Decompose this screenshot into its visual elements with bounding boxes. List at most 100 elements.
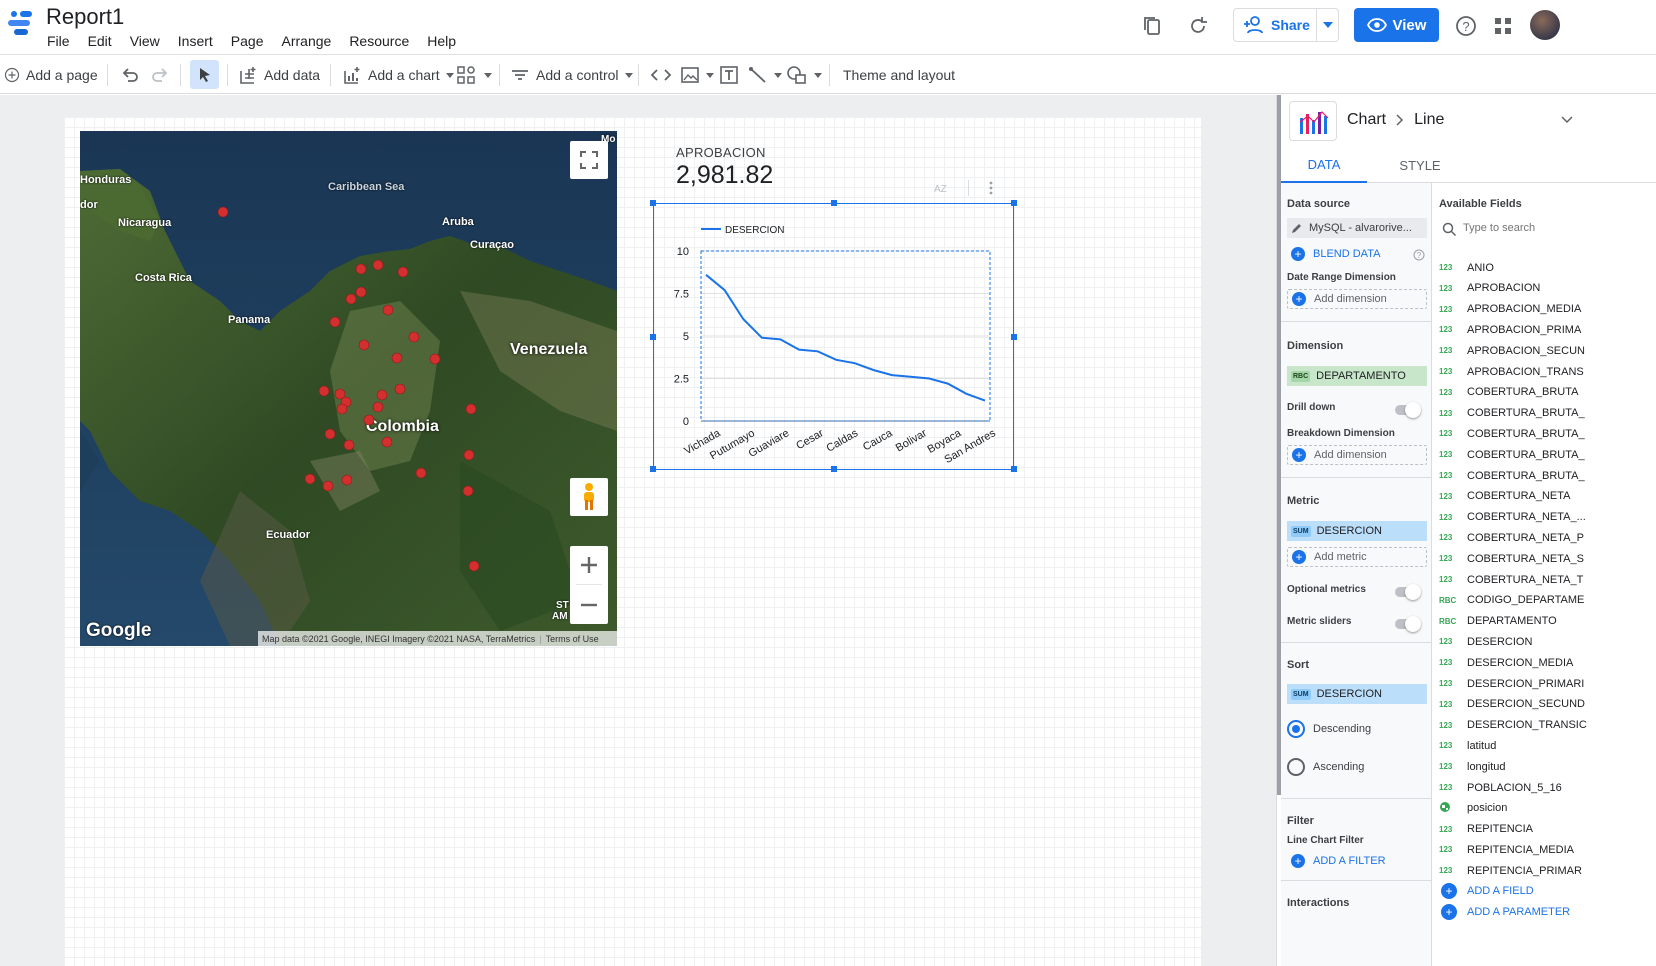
scorecard-value[interactable]: 2,981.82 [676,161,773,190]
metric-chip[interactable]: SUM DESERCION [1287,521,1427,541]
refresh-icon[interactable] [1186,14,1210,38]
avatar[interactable] [1530,10,1560,40]
share-dropdown[interactable] [1316,9,1338,41]
field-type-tag: 123 [1439,699,1453,709]
add-breakdown-dimension[interactable]: + Add dimension [1287,445,1427,465]
metric-sliders-toggle[interactable] [1395,616,1421,632]
line-tool-button[interactable] [748,56,782,94]
add-metric[interactable]: + Add metric [1287,547,1427,567]
field-item[interactable]: 123 ANIO [1439,257,1494,278]
dimension-chip[interactable]: RBC DEPARTAMENTO [1287,366,1427,386]
field-item[interactable]: 123 APROBACION_PRIMA [1439,319,1581,340]
field-item[interactable]: 123 COBERTURA_NETA_... [1439,507,1586,528]
fullscreen-button[interactable] [570,141,608,179]
add-data-button[interactable]: Add data [238,56,320,94]
add-filter-button[interactable]: + ADD A FILTER [1291,854,1386,868]
help-circle-icon[interactable]: ? [1413,249,1425,261]
menu-resource[interactable]: Resource [349,33,409,49]
more-vert-icon[interactable] [986,180,996,196]
field-item[interactable]: 123 COBERTURA_NETA_S [1439,548,1584,569]
add-page-button[interactable]: Add a page [4,56,98,94]
field-item[interactable]: 123 longitud [1439,756,1506,777]
add-field-button[interactable]: + ADD A FIELD [1441,883,1534,899]
help-icon[interactable]: ? [1454,14,1478,38]
field-item[interactable]: 123 DESERCION_SECUND [1439,694,1585,715]
field-item[interactable]: 123 COBERTURA_BRUTA_ [1439,444,1585,465]
terms-of-use-link[interactable]: Terms of Use [546,634,599,644]
field-item[interactable]: 123 COBERTURA_NETA [1439,486,1571,507]
menu-arrange[interactable]: Arrange [282,33,332,49]
add-circle-icon: + [1441,883,1457,899]
copy-icon[interactable] [1141,14,1165,38]
field-item[interactable]: 123 REPITENCIA_PRIMAR [1439,860,1582,881]
menu-help[interactable]: Help [427,33,456,49]
menu-page[interactable]: Page [231,33,264,49]
field-item[interactable]: RBC DEPARTAMENTO [1439,611,1557,632]
tab-style[interactable]: STYLE [1377,147,1463,183]
street-view-pegman[interactable] [570,478,608,516]
google-map[interactable]: Honduras dor Caribbean Sea Nicaragua Aru… [80,131,617,646]
chart-type-icon-box[interactable] [1289,101,1337,141]
google-logo[interactable]: Google [86,620,151,642]
select-tool-button[interactable] [190,60,219,89]
optional-metrics-toggle[interactable] [1395,584,1421,600]
menu-file[interactable]: File [47,33,70,49]
field-item[interactable]: 123 REPITENCIA [1439,819,1533,840]
edit-pencil-icon[interactable] [1291,222,1303,234]
field-item[interactable]: 123 DESERCION_MEDIA [1439,652,1573,673]
undo-icon[interactable] [120,65,140,85]
text-box-icon[interactable] [719,65,739,85]
add-parameter-button[interactable]: + ADD A PARAMETER [1441,904,1570,920]
field-item[interactable]: 123 COBERTURA_BRUTA_ [1439,423,1585,444]
field-item[interactable]: 123 COBERTURA_NETA_T [1439,569,1583,590]
apps-grid-icon[interactable] [1491,14,1515,38]
field-item[interactable]: 123 DESERCION_TRANSIC [1439,715,1587,736]
field-item[interactable]: 123 DESERCION [1439,631,1532,652]
field-item[interactable]: 123 APROBACION [1439,278,1540,299]
add-date-dimension[interactable]: + Add dimension [1287,289,1427,309]
sort-az-icon[interactable]: AZ [933,181,949,195]
field-item[interactable]: 123 REPITENCIA_MEDIA [1439,839,1574,860]
view-button[interactable]: View [1354,8,1439,42]
report-title[interactable]: Report1 [46,4,124,30]
breadcrumb-chart-type[interactable]: Line [1414,111,1444,129]
zoom-in-button[interactable] [570,546,608,584]
field-item[interactable]: posicion [1439,798,1507,819]
field-item[interactable]: 123 COBERTURA_BRUTA_ [1439,403,1585,424]
add-control-button[interactable]: Add a control [510,56,633,94]
image-button[interactable] [680,56,714,94]
field-item[interactable]: 123 DESERCION_PRIMARI [1439,673,1584,694]
tab-data[interactable]: DATA [1281,147,1367,183]
add-chart-button[interactable]: Add a chart [342,56,454,94]
field-item[interactable]: 123 COBERTURA_NETA_P [1439,527,1584,548]
chevron-down-icon[interactable] [1561,115,1573,125]
field-item[interactable]: 123 latitud [1439,735,1496,756]
field-name: DESERCION_MEDIA [1467,656,1574,669]
field-item[interactable]: 123 COBERTURA_BRUTA [1439,382,1578,403]
data-studio-logo[interactable] [6,9,34,37]
field-item[interactable]: 123 COBERTURA_BRUTA_ [1439,465,1585,486]
drill-down-toggle[interactable] [1395,402,1421,418]
y-tick-label: 2.5 [674,374,689,386]
community-viz-button[interactable] [456,56,492,94]
field-item[interactable]: 123 APROBACION_MEDIA [1439,299,1581,320]
ascending-radio[interactable] [1287,758,1305,776]
field-item[interactable]: 123 POBLACION_5_16 [1439,777,1562,798]
field-item[interactable]: 123 APROBACION_TRANS [1439,361,1584,382]
data-source-chip[interactable]: MySQL - alvarorive... [1287,218,1427,238]
share-button[interactable]: Share [1233,8,1339,42]
zoom-out-button[interactable] [570,586,608,624]
descending-radio[interactable] [1287,720,1305,738]
field-item[interactable]: RBC CODIGO_DEPARTAME [1439,590,1584,611]
field-item[interactable]: 123 APROBACION_SECUN [1439,340,1585,361]
menu-edit[interactable]: Edit [88,33,112,49]
shape-tool-button[interactable] [786,56,822,94]
menu-insert[interactable]: Insert [178,33,213,49]
embed-code-icon[interactable] [650,65,672,85]
sort-chip[interactable]: SUM DESERCION [1287,684,1427,704]
theme-layout-button[interactable]: Theme and layout [843,56,955,94]
redo-icon[interactable] [150,65,170,85]
field-search-input[interactable] [1463,218,1643,238]
menu-view[interactable]: View [130,33,160,49]
blend-data-button[interactable]: + BLEND DATA [1291,247,1380,261]
